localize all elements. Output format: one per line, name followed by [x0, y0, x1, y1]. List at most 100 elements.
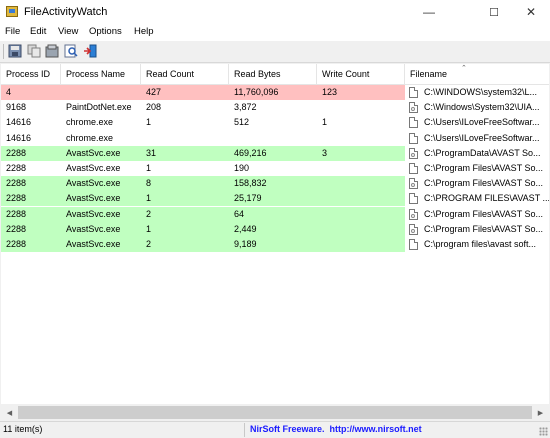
cell-process-name: AvastSvc.exe	[66, 193, 121, 204]
cell-process-id: 4	[6, 87, 12, 97]
menu-help[interactable]: Help	[134, 26, 154, 37]
cell-read-bytes: 2,449	[234, 223, 257, 234]
cell-read-bytes: 190	[234, 163, 250, 173]
exit-icon[interactable]	[83, 44, 97, 58]
column-header-process-name[interactable]: Process Name	[61, 64, 141, 84]
app-icon	[6, 6, 18, 17]
file-activity-list[interactable]: Process ID Process Name Read Count Read …	[1, 64, 549, 404]
title-bar[interactable]: FileActivityWatch — ☐ ✕	[0, 0, 550, 24]
table-row[interactable]: 2288 AvastSvc.exe 2 64 C:\Program Files\AVAS…	[1, 206, 549, 222]
cell-read-bytes: 469,216	[234, 147, 267, 158]
list-header: Process ID Process Name Read Count Read …	[1, 64, 549, 85]
close-button[interactable]: ✕	[514, 0, 548, 24]
cell-write-count: 1	[322, 117, 328, 128]
status-divider	[244, 423, 245, 437]
cell-read-count: 2	[146, 208, 152, 219]
cell-process-id: 9168	[6, 102, 27, 113]
filename-text: C:\Program Files\AVAST So...	[424, 223, 544, 234]
resize-grip-icon[interactable]	[539, 427, 548, 436]
cell-write-count	[317, 176, 405, 191]
scroll-right-arrow-icon[interactable]: ▶	[532, 404, 549, 421]
document-icon	[409, 117, 418, 129]
cell-read-bytes: 11,760,096	[234, 87, 279, 97]
cell-filename: C:\Program Files\AVAST So...	[405, 176, 549, 192]
cell-read-bytes: 3,872	[234, 102, 257, 113]
cell-filename: C:\Program Files\AVAST So...	[405, 161, 549, 176]
cell-process-id: 2288	[6, 223, 27, 234]
maximize-button[interactable]: ☐	[477, 0, 511, 24]
copy-icon[interactable]	[27, 44, 41, 58]
status-bar: 11 item(s) NirSoft Freeware. http://www.…	[0, 421, 550, 438]
cell-process-name: AvastSvc.exe	[66, 147, 121, 158]
cell-read-count: 1	[146, 223, 152, 234]
table-row[interactable]: 2288 AvastSvc.exe 1 190 C:\Program Files\AVA…	[1, 161, 549, 176]
column-header-process-id[interactable]: Process ID	[1, 64, 61, 84]
table-row[interactable]: 2288 AvastSvc.exe 8 158,832 C:\Program Files…	[1, 176, 549, 192]
cell-read-count: 1	[146, 193, 152, 204]
scroll-left-arrow-icon[interactable]: ◀	[1, 404, 18, 421]
table-row[interactable]: 2288 AvastSvc.exe 1 2,449 C:\Program Files\A…	[1, 221, 549, 237]
cell-process-id: 14616	[6, 132, 32, 143]
minimize-button[interactable]: —	[412, 0, 446, 24]
menu-options[interactable]: Options	[89, 26, 122, 37]
cell-filename: C:\WINDOWS\system32\L...	[405, 85, 549, 100]
cell-write-count	[317, 222, 405, 237]
filename-text: C:\Program Files\AVAST So...	[424, 208, 544, 219]
menu-file[interactable]: File	[5, 26, 20, 37]
cell-write-count	[317, 207, 405, 222]
cell-filename: C:\ProgramData\AVAST So...	[405, 145, 549, 161]
status-item-count: 11 item(s)	[3, 424, 43, 434]
table-row[interactable]: 2288 AvastSvc.exe 1 25,179 C:\PROGRAM FILES\…	[1, 191, 549, 207]
column-header-write-count[interactable]: Write Count	[317, 64, 405, 84]
scrollbar-thumb[interactable]	[18, 406, 532, 419]
cell-write-count	[317, 161, 405, 176]
cell-filename: C:\Program Files\AVAST So...	[405, 206, 549, 222]
save-icon[interactable]	[8, 44, 22, 58]
cell-write-count	[317, 131, 405, 146]
cell-process-name: AvastSvc.exe	[66, 163, 121, 173]
horizontal-scrollbar[interactable]: ◀ ▶	[1, 404, 549, 421]
sort-ascending-icon: ⌃	[461, 65, 467, 72]
cell-read-bytes: 9,189	[234, 239, 257, 249]
cell-read-count: 1	[146, 163, 152, 173]
cell-process-name: AvastSvc.exe	[66, 208, 121, 219]
find-icon[interactable]	[64, 44, 78, 58]
table-row[interactable]: 4 427 11,760,096 123 C:\WINDOWS\system32\L..…	[1, 85, 549, 100]
cell-process-id: 2288	[6, 239, 27, 249]
cell-read-bytes: 158,832	[234, 178, 267, 189]
column-header-read-bytes[interactable]: Read Bytes	[229, 64, 317, 84]
settings-file-icon	[409, 102, 418, 114]
cell-filename: C:\PROGRAM FILES\AVAST ...	[405, 191, 549, 207]
toolbar	[0, 41, 550, 63]
cell-process-name: AvastSvc.exe	[66, 178, 121, 189]
document-icon	[409, 193, 418, 205]
filename-text: C:\Windows\System32\UIA...	[424, 102, 540, 113]
table-row[interactable]: 14616 chrome.exe C:\Users\ILoveFreeSoftwar…	[1, 130, 549, 146]
cell-read-count: 8	[146, 178, 152, 189]
cell-process-name: AvastSvc.exe	[66, 223, 121, 234]
cell-read-count: 208	[146, 102, 162, 113]
document-icon	[409, 132, 418, 144]
cell-process-id: 2288	[6, 208, 27, 219]
properties-icon[interactable]	[45, 44, 59, 58]
cell-process-id: 2288	[6, 147, 27, 158]
menu-edit[interactable]: Edit	[30, 26, 46, 37]
table-row[interactable]: 2288 AvastSvc.exe 2 9,189 C:\program files\a…	[1, 237, 549, 252]
cell-process-id: 2288	[6, 163, 27, 173]
menu-view[interactable]: View	[58, 26, 78, 37]
nirsoft-link[interactable]: NirSoft Freeware. http://www.nirsoft.net	[250, 424, 422, 434]
table-row[interactable]: 14616 chrome.exe 1 512 1 C:\Users\ILoveFreeSo…	[1, 115, 549, 131]
column-header-read-count[interactable]: Read Count	[141, 64, 229, 84]
cell-read-count: 427	[146, 87, 162, 97]
cell-write-count	[317, 100, 405, 115]
cell-process-name	[61, 85, 141, 100]
column-header-filename[interactable]: Filename	[405, 64, 549, 84]
app-window: FileActivityWatch — ☐ ✕ File Edit View O…	[0, 0, 550, 438]
filename-text: C:\WINDOWS\system32\L...	[424, 87, 538, 97]
cell-read-bytes: 25,179	[234, 193, 262, 204]
cell-process-id: 2288	[6, 193, 27, 204]
table-row[interactable]: 9168 PaintDotNet.exe 208 3,872 C:\Windows\Sy…	[1, 100, 549, 116]
settings-file-icon	[409, 223, 418, 235]
cell-filename: C:\program files\avast soft...	[405, 237, 549, 252]
table-row[interactable]: 2288 AvastSvc.exe 31 469,216 3 C:\ProgramData…	[1, 145, 549, 161]
